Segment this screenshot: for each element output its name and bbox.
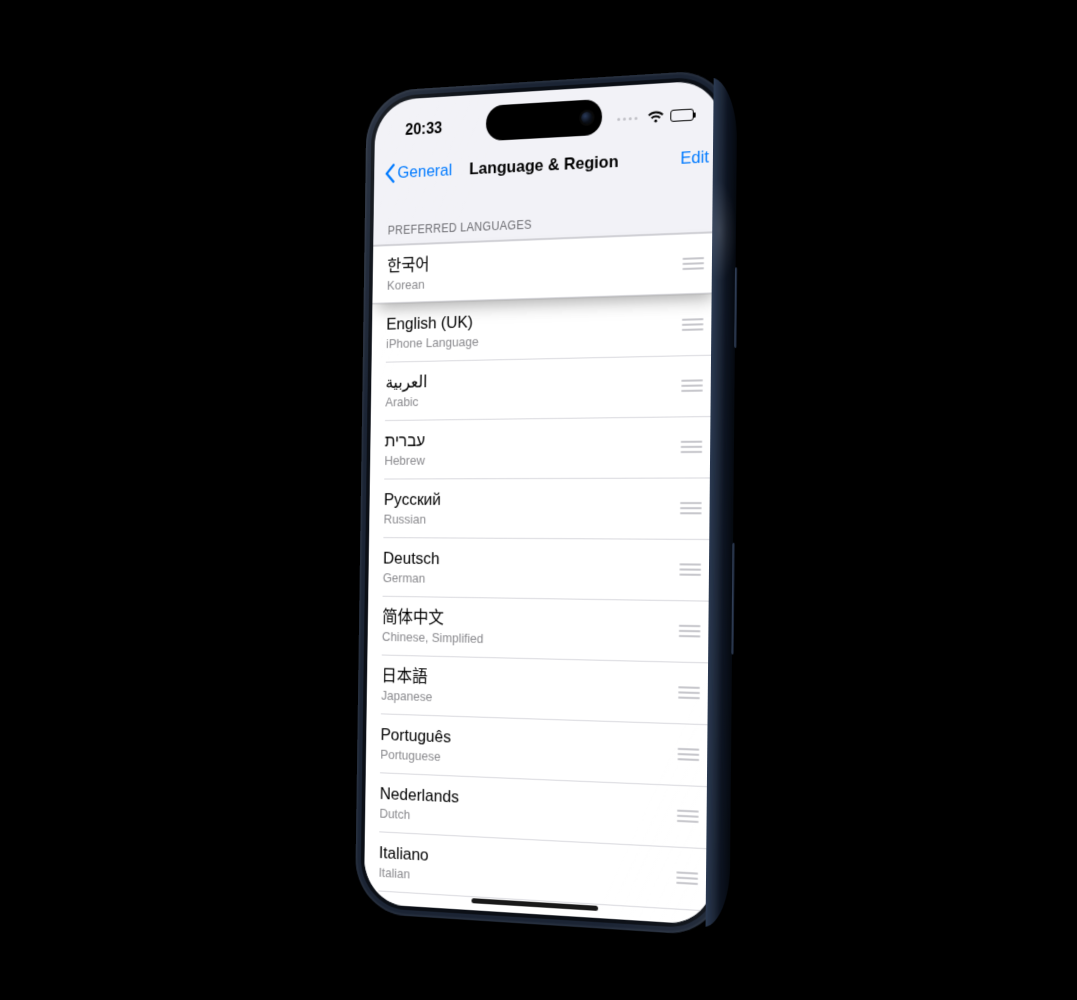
device-front: 20:33 xyxy=(354,69,731,937)
reorder-grip-icon[interactable] xyxy=(668,435,702,460)
language-native-name: עברית xyxy=(384,428,668,452)
reorder-grip-icon[interactable] xyxy=(665,741,699,767)
reorder-grip-icon[interactable] xyxy=(667,557,701,582)
status-time: 20:33 xyxy=(405,120,442,140)
language-labels: NederlandsDutch xyxy=(379,783,665,834)
language-labels: 简体中文Chinese, Simplified xyxy=(381,607,666,650)
language-row[interactable]: 한국어Korean xyxy=(372,232,720,304)
edit-button[interactable]: Edit xyxy=(680,147,709,169)
content-scroll[interactable]: PREFERRED LANGUAGES 한국어KoreanEnglish (UK… xyxy=(363,179,720,925)
language-sub-label: German xyxy=(382,570,667,588)
language-sub-label: Spanish xyxy=(377,924,663,926)
language-labels: English (UK)iPhone Language xyxy=(386,306,670,350)
language-row[interactable]: 简体中文Chinese, Simplified xyxy=(367,596,716,663)
language-native-name: Deutsch xyxy=(382,548,667,572)
side-button xyxy=(734,267,737,348)
language-sub-label: Russian xyxy=(383,511,668,527)
language-labels: العربيةArabic xyxy=(385,367,669,409)
language-labels: עבריתHebrew xyxy=(384,428,669,467)
language-labels: PortuguêsPortuguese xyxy=(380,725,666,773)
dynamic-island xyxy=(485,99,601,141)
front-camera-icon xyxy=(581,111,593,124)
battery-icon xyxy=(670,109,694,122)
language-labels: DeutschGerman xyxy=(382,548,667,588)
preferred-languages-list: 한국어Korean English (UK)iPhone Language العر… xyxy=(363,231,719,925)
language-labels: 한국어Korean xyxy=(386,246,670,293)
screen: 20:33 xyxy=(363,80,721,926)
language-row[interactable]: עבריתHebrew xyxy=(369,416,717,479)
page-dots-icon xyxy=(617,116,637,120)
iphone-device-frame: 20:33 xyxy=(354,69,731,937)
reorder-grip-icon[interactable] xyxy=(670,312,704,337)
language-labels: ItalianoItalian xyxy=(378,843,664,897)
wifi-icon xyxy=(646,109,664,124)
language-row[interactable]: DeutschGerman xyxy=(368,537,717,601)
language-row[interactable]: العربيةArabic xyxy=(370,355,718,421)
reorder-grip-icon[interactable] xyxy=(670,251,704,277)
language-labels: РусскийRussian xyxy=(383,489,668,527)
reorder-grip-icon[interactable] xyxy=(669,373,703,398)
reorder-grip-icon[interactable] xyxy=(666,618,700,643)
language-row[interactable]: РусскийRussian xyxy=(369,477,718,539)
language-native-name: Русский xyxy=(383,489,668,511)
language-row[interactable]: English (UK)iPhone Language xyxy=(371,293,719,362)
back-button[interactable]: General xyxy=(384,160,451,183)
chevron-left-icon xyxy=(384,163,395,183)
reorder-grip-icon[interactable] xyxy=(668,496,702,521)
status-indicators xyxy=(617,108,694,126)
back-label: General xyxy=(397,160,452,182)
reorder-grip-icon[interactable] xyxy=(665,803,699,829)
language-labels: 日本語Japanese xyxy=(381,666,667,711)
reorder-grip-icon[interactable] xyxy=(666,680,700,706)
side-button xyxy=(731,543,734,655)
language-sub-label: Hebrew xyxy=(384,451,668,468)
reorder-grip-icon[interactable] xyxy=(664,865,698,892)
